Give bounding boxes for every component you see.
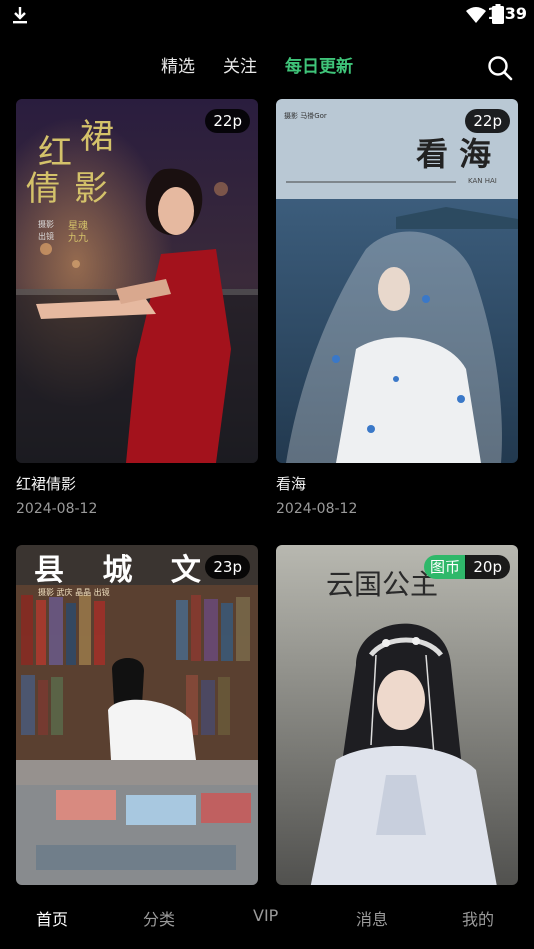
nav-categories[interactable]: 分类 — [143, 906, 175, 930]
nav-home[interactable]: 首页 — [36, 906, 68, 930]
coin-badge: 图币 — [423, 555, 466, 579]
poster-credit: 九九 — [68, 233, 88, 244]
card-thumbnail[interactable]: 红 裙 倩 影 摄影 星魂 出镜 九九 22p — [16, 99, 258, 463]
card-title[interactable]: 看海 — [276, 473, 306, 494]
poster-title: 看 海 — [416, 135, 492, 173]
poster-title: 县 城 文 — [34, 553, 215, 588]
card-red-dress[interactable]: 红 裙 倩 影 摄影 星魂 出镜 九九 22p 红裙倩影 2024-08-12 — [16, 99, 258, 529]
poster-credit: 摄影 马褂Gor — [284, 112, 327, 120]
tab-following[interactable]: 关注 — [223, 55, 257, 79]
download-icon — [13, 7, 27, 24]
tab-featured[interactable]: 精选 — [161, 55, 195, 79]
poster-char: 倩 — [26, 169, 60, 209]
card-thumbnail[interactable]: 县 城 文 摄影 武庆 晶晶 出镜 23p — [16, 545, 258, 885]
photo-count-badge: 23p — [205, 555, 250, 579]
search-icon[interactable] — [486, 54, 514, 82]
tab-daily-updates[interactable]: 每日更新 — [285, 55, 353, 79]
poster-subtitle: KAN HAI — [468, 177, 497, 185]
bottom-nav: 首页 分类 VIP 消息 我的 — [0, 886, 534, 949]
top-tabs: 精选 关注 每日更新 — [0, 55, 534, 81]
photo-count-badge: 20p — [465, 555, 510, 579]
poster-credit: 摄影 武庆 晶晶 出镜 — [38, 588, 110, 597]
poster-char: 影 — [74, 169, 108, 209]
card-thumbnail[interactable]: 云国公主 图币 20p — [276, 545, 518, 885]
poster-char: 裙 — [80, 117, 114, 157]
photo-count-badge: 22p — [205, 109, 250, 133]
poster-credit: 出镜 — [38, 232, 54, 241]
card-thumbnail[interactable]: 看 海 KAN HAI 摄影 马褂Gor 22p — [276, 99, 518, 463]
nav-profile[interactable]: 我的 — [462, 906, 494, 930]
card-date: 2024-08-12 — [16, 501, 98, 517]
card-county-town[interactable]: 县 城 文 摄影 武庆 晶晶 出镜 23p — [16, 545, 258, 885]
nav-vip[interactable]: VIP — [253, 906, 278, 925]
photo-count-badge: 22p — [465, 109, 510, 133]
poster-credit: 摄影 — [38, 220, 54, 229]
card-princess[interactable]: 云国公主 图币 20p — [276, 545, 518, 885]
poster-title: 云国公主 — [326, 568, 439, 601]
card-date: 2024-08-12 — [276, 501, 358, 517]
status-bar: 1:39 — [0, 0, 534, 30]
card-sea[interactable]: 看 海 KAN HAI 摄影 马褂Gor 22p 看海 2024-08-12 — [276, 99, 518, 529]
card-title[interactable]: 红裙倩影 — [16, 473, 76, 494]
nav-messages[interactable]: 消息 — [356, 906, 388, 930]
status-time: 1:39 — [487, 4, 527, 23]
